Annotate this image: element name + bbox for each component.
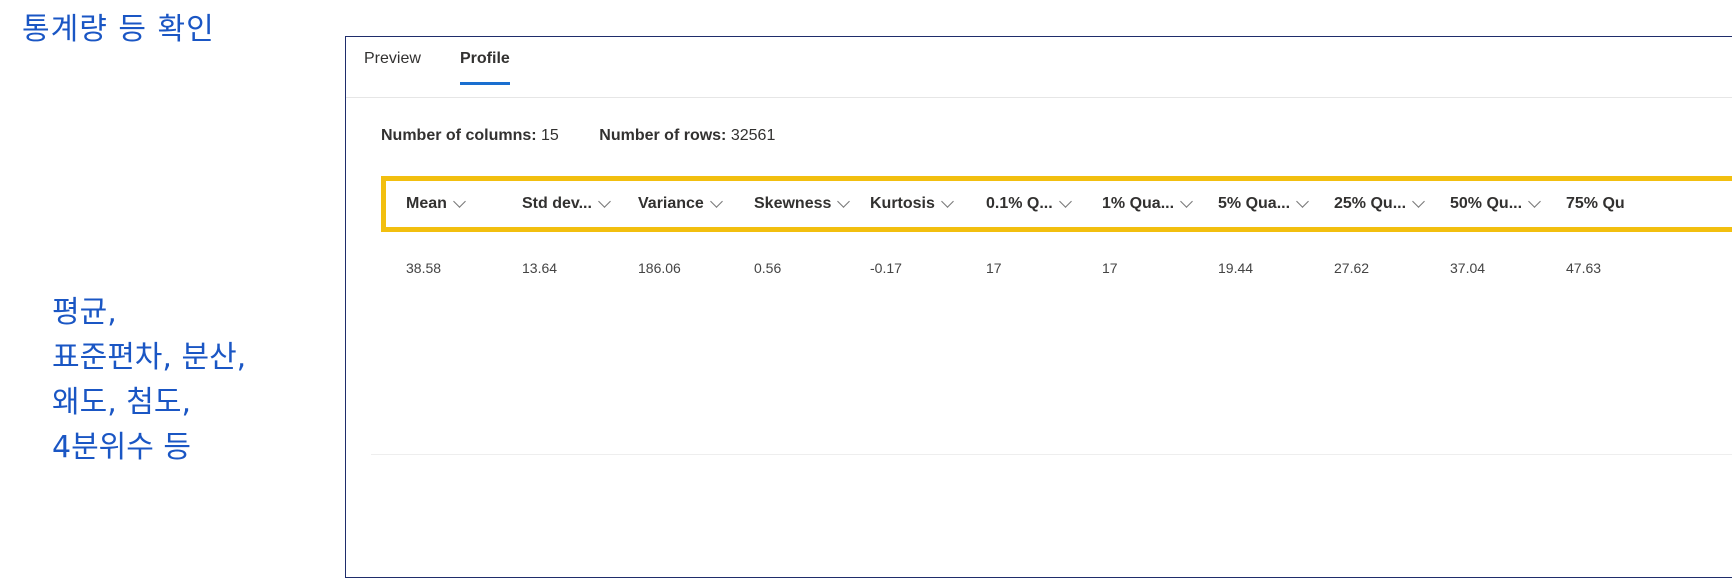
column-header-variance[interactable]: Variance <box>638 194 723 213</box>
row-count: Number of rows: 32561 <box>599 127 775 145</box>
column-header-label: 25% Qu... <box>1334 195 1407 212</box>
cell-quantile-5: 19.44 <box>1218 260 1254 276</box>
column-header-label: 75% Qu <box>1566 195 1625 212</box>
cell-quantile-25: 27.62 <box>1334 260 1370 276</box>
cell-quantile-50: 37.04 <box>1450 260 1486 276</box>
annotation-note: 평균, 표준편차, 분산, 왜도, 첨도, 4분위수 등 <box>52 290 246 470</box>
annotation-title: 통계량 등 확인 <box>22 12 215 47</box>
column-header-quantile-0-1[interactable]: 0.1% Q... <box>986 194 1072 213</box>
column-header-quantile-25[interactable]: 25% Qu... <box>1334 194 1425 213</box>
column-header-skewness[interactable]: Skewness <box>754 194 851 213</box>
column-count-label: Number of columns: <box>381 127 537 144</box>
column-header-label: 0.1% Q... <box>986 195 1053 212</box>
row-count-value: 32561 <box>730 127 776 144</box>
column-header-quantile-75[interactable]: 75% Qu <box>1566 195 1625 213</box>
column-header-quantile-1[interactable]: 1% Qua... <box>1102 194 1193 213</box>
chevron-down-icon <box>453 194 466 208</box>
cell-kurtosis: -0.17 <box>870 260 902 276</box>
column-header-label: Skewness <box>754 195 832 212</box>
cell-mean: 38.58 <box>406 260 442 276</box>
column-header-label: Std dev... <box>522 195 592 212</box>
table-divider <box>371 454 1732 455</box>
column-header-label: Kurtosis <box>870 195 935 212</box>
cell-std-dev: 13.64 <box>522 260 558 276</box>
column-header-std-dev[interactable]: Std dev... <box>522 194 611 213</box>
annotation-note-line: 왜도, 첨도, <box>52 385 192 420</box>
column-header-label: Mean <box>406 195 447 212</box>
chevron-down-icon <box>598 194 611 208</box>
chevron-down-icon <box>709 194 723 208</box>
chevron-down-icon <box>1528 194 1541 208</box>
column-count: Number of columns: 15 <box>381 127 559 145</box>
cell-quantile-1: 17 <box>1102 260 1118 276</box>
chevron-down-icon <box>1058 194 1072 208</box>
chevron-down-icon <box>1412 194 1425 208</box>
cell-variance: 186.06 <box>638 260 681 276</box>
column-header-quantile-50[interactable]: 50% Qu... <box>1450 194 1541 213</box>
column-header-mean[interactable]: Mean <box>406 194 466 213</box>
tab-preview[interactable]: Preview <box>364 50 421 78</box>
chevron-down-icon <box>1180 194 1193 208</box>
dataset-summary: Number of columns: 15 Number of rows: 32… <box>381 127 811 145</box>
column-header-label: 50% Qu... <box>1450 195 1523 212</box>
cell-skewness: 0.56 <box>754 260 782 276</box>
tab-profile[interactable]: Profile <box>460 50 510 85</box>
tab-bar: Preview Profile <box>346 37 1732 98</box>
annotation-note-line: 평균, <box>52 295 117 330</box>
column-header-label: 1% Qua... <box>1102 195 1175 212</box>
column-header-label: Variance <box>638 195 704 212</box>
column-header-label: 5% Qua... <box>1218 195 1291 212</box>
chevron-down-icon <box>941 194 954 208</box>
column-count-value: 15 <box>541 127 559 144</box>
cell-quantile-75: 47.63 <box>1566 260 1602 276</box>
column-header-quantile-5[interactable]: 5% Qua... <box>1218 194 1309 213</box>
column-header-kurtosis[interactable]: Kurtosis <box>870 194 954 213</box>
profile-panel: Preview Profile Number of columns: 15 Nu… <box>345 36 1732 578</box>
annotation-note-line: 4분위수 등 <box>52 430 192 465</box>
chevron-down-icon <box>837 194 851 208</box>
chevron-down-icon <box>1296 194 1309 208</box>
cell-quantile-0-1: 17 <box>986 260 1002 276</box>
annotation-note-line: 표준편차, 분산, <box>52 340 247 375</box>
row-count-label: Number of rows: <box>599 127 727 144</box>
